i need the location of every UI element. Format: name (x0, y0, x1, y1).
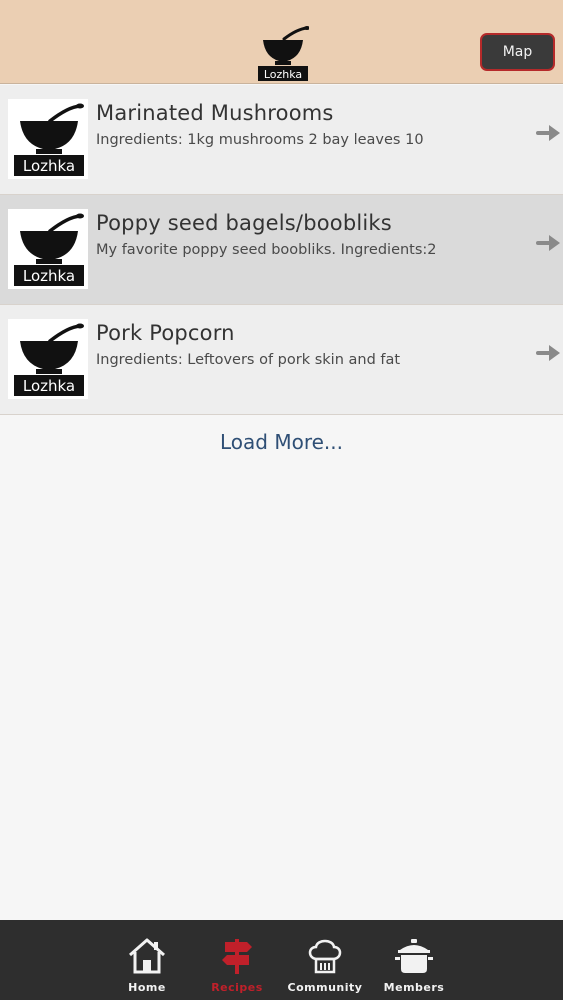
map-button[interactable]: Map (480, 33, 555, 71)
chef-hat-icon (308, 939, 342, 974)
arrow-right-icon[interactable] (536, 233, 562, 253)
tab-community[interactable]: Community (282, 920, 368, 1000)
recipe-description: My favorite poppy seed boobliks. Ingredi… (96, 242, 437, 258)
thumbnail-text: Lozhka (23, 157, 75, 175)
tab-recipes[interactable]: Recipes (194, 920, 280, 1000)
tab-label: Recipes (211, 981, 263, 994)
recipe-list-item[interactable]: Lozhka Marinated Mushrooms Ingredients: … (0, 85, 563, 195)
load-more-link[interactable]: Load More... (0, 430, 563, 454)
cooking-pot-icon (395, 939, 433, 973)
recipe-thumbnail: Lozhka (8, 99, 88, 179)
recipe-description: Ingredients: Leftovers of pork skin and … (96, 352, 401, 368)
tab-label: Members (383, 981, 445, 994)
tab-members[interactable]: Members (371, 920, 457, 1000)
recipe-title: Pork Popcorn (96, 321, 235, 345)
recipe-list-item[interactable]: Lozhka Pork Popcorn Ingredients: Leftove… (0, 305, 563, 415)
bottom-tab-bar: Home Recipes Community Members (0, 920, 563, 1000)
house-icon (129, 938, 165, 974)
recipe-thumbnail: Lozhka (8, 209, 88, 289)
recipe-thumbnail: Lozhka (8, 319, 88, 399)
bowl-spoon-logo-icon: Lozhka (258, 26, 310, 81)
app-header: Lozhka Map (0, 0, 563, 84)
recipe-description: Ingredients: 1kg mushrooms 2 bay leaves … (96, 132, 424, 148)
bowl-spoon-logo-icon: Lozhka (14, 103, 84, 176)
thumbnail-text: Lozhka (23, 267, 75, 285)
bowl-spoon-logo-icon: Lozhka (14, 213, 84, 286)
arrow-right-icon[interactable] (536, 343, 562, 363)
recipe-title: Marinated Mushrooms (96, 101, 334, 125)
recipe-list-item[interactable]: Lozhka Poppy seed bagels/boobliks My fav… (0, 195, 563, 305)
tab-label: Home (128, 981, 166, 994)
arrow-right-icon[interactable] (536, 123, 562, 143)
app-logo[interactable]: Lozhka (257, 25, 310, 81)
tab-label: Community (287, 981, 363, 994)
tab-home[interactable]: Home (104, 920, 190, 1000)
thumbnail-text: Lozhka (23, 377, 75, 395)
recipe-title: Poppy seed bagels/boobliks (96, 211, 392, 235)
bowl-spoon-logo-icon: Lozhka (14, 323, 84, 396)
recipe-list: Lozhka Marinated Mushrooms Ingredients: … (0, 85, 563, 415)
logo-text: Lozhka (264, 68, 302, 81)
signpost-icon (222, 939, 252, 974)
